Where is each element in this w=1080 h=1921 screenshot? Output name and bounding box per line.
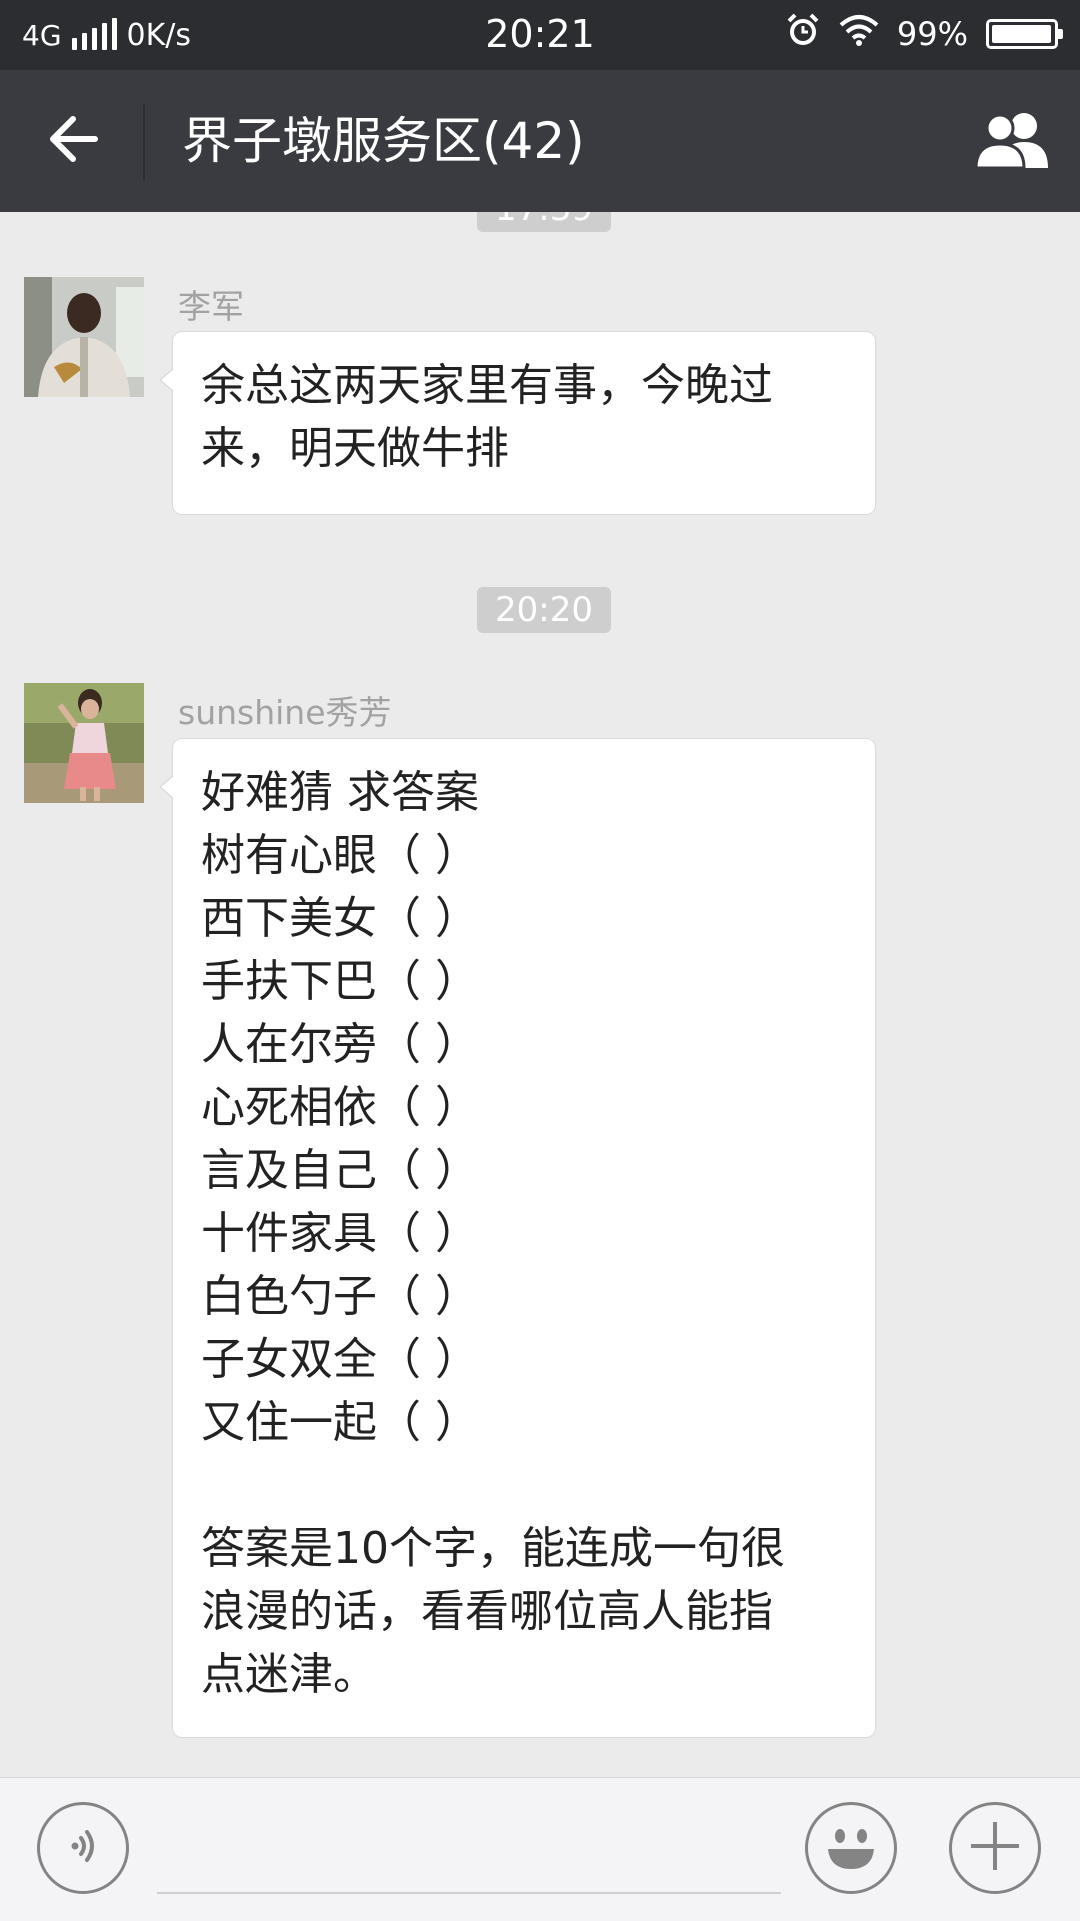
message-line: 浪漫的话，看看哪位高人能指 [201, 1586, 773, 1637]
back-arrow-icon [47, 115, 99, 167]
message-line: 言及自己（ ） [201, 1145, 479, 1196]
message-line: 又住一起（ ） [201, 1397, 479, 1448]
message-line: 答案是10个字，能连成一句很 [201, 1523, 785, 1574]
group-members-button[interactable] [972, 108, 1054, 176]
timestamp-pill: 17:39 [477, 212, 611, 232]
battery-icon [986, 19, 1063, 49]
message-line: 点迷津。 [201, 1649, 377, 1700]
alarm-icon [785, 12, 821, 56]
input-bar [0, 1777, 1080, 1921]
voice-button[interactable] [37, 1802, 129, 1894]
message-line: 人在尔旁（ ） [201, 1019, 479, 1070]
message-line: 白色勺子（ ） [201, 1271, 479, 1322]
avatar[interactable] [24, 277, 144, 397]
timestamp-pill: 20:20 [477, 587, 611, 633]
chat-area[interactable]: 17:39 李军 余总这两天家里有事，今晚过 来，明天做牛排 20:20 [0, 212, 1080, 1777]
message-bubble[interactable]: 好难猜 求答案 树有心眼（ ） 西下美女（ ） 手扶下巴（ ） 人在尔旁（ ） … [159, 738, 876, 1738]
message-line: 余总这两天家里有事，今晚过 [201, 360, 773, 411]
status-bar: 4G 0K/s 20:21 99% [0, 0, 1080, 70]
group-members-icon [972, 110, 1054, 174]
avatar[interactable] [24, 683, 144, 803]
message-line: 好难猜 求答案 [201, 767, 479, 818]
sender-name: 李军 [178, 287, 244, 326]
plus-button[interactable] [949, 1802, 1041, 1894]
voice-icon [61, 1824, 105, 1872]
sender-name: sunshine秀芳 [178, 693, 392, 732]
message-line: 手扶下巴（ ） [201, 956, 479, 1007]
chat-header: 界子墩服务区(42) [0, 70, 1080, 212]
battery-percent: 99% [896, 15, 968, 53]
message-bubble[interactable]: 余总这两天家里有事，今晚过 来，明天做牛排 [159, 331, 876, 515]
message-input[interactable] [157, 1804, 781, 1894]
battery-fill [992, 25, 1052, 43]
message-line: 子女双全（ ） [201, 1334, 479, 1385]
emoji-icon [816, 1811, 886, 1885]
message-line: 十件家具（ ） [201, 1208, 479, 1259]
page-title: 界子墩服务区(42) [182, 112, 585, 170]
back-button[interactable] [38, 108, 108, 174]
message-line: 心死相依（ ） [201, 1082, 479, 1133]
header-divider [143, 104, 145, 180]
emoji-button[interactable] [805, 1802, 897, 1894]
wifi-icon [839, 13, 879, 55]
message-line: 西下美女（ ） [201, 893, 479, 944]
message-line: 来，明天做牛排 [201, 423, 509, 474]
plus-icon [967, 1818, 1023, 1878]
message-line: 树有心眼（ ） [201, 830, 479, 881]
status-right: 99% [785, 12, 1063, 56]
